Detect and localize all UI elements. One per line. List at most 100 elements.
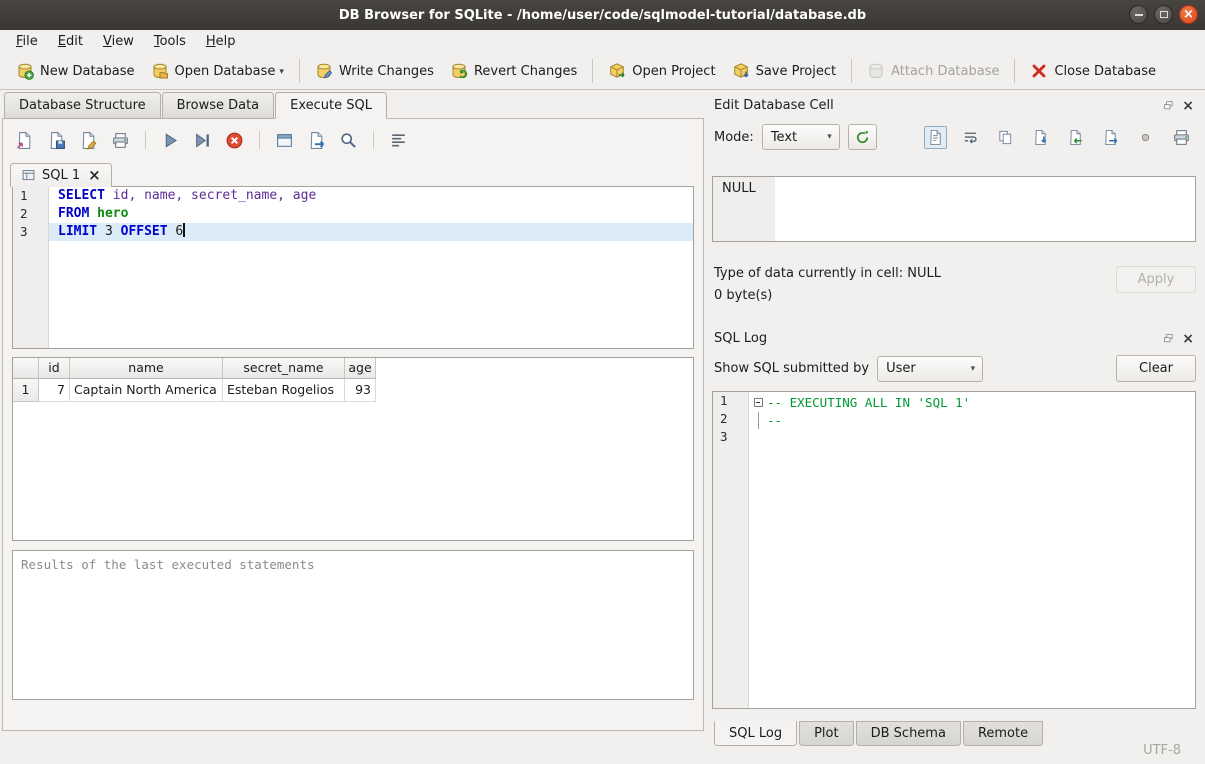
grid-header-row: idnamesecret_nameage [13, 358, 693, 379]
open-database-button[interactable]: Open Database▾ [143, 57, 292, 85]
menu-edit[interactable]: Edit [48, 31, 93, 52]
new-tab-icon[interactable] [275, 131, 294, 150]
main-toolbar: New Database Open Database▾ Write ChangesR… [0, 53, 1205, 90]
menu-file[interactable]: File [6, 31, 48, 52]
format-icon[interactable] [389, 131, 408, 150]
main-tab-bar: Database StructureBrowse DataExecute SQL [4, 92, 388, 119]
new-database-button[interactable]: New Database [8, 57, 143, 85]
column-header-id[interactable]: id [39, 358, 70, 379]
find-icon[interactable] [339, 131, 358, 150]
save-project-button[interactable]: Save Project [724, 57, 845, 85]
execute-line-icon[interactable] [193, 131, 212, 150]
export-cell-icon[interactable] [1099, 126, 1122, 149]
text-cursor [183, 223, 185, 237]
table-cell[interactable]: 93 [345, 379, 376, 402]
copy-icon[interactable] [994, 126, 1017, 149]
clear-log-button[interactable]: Clear [1116, 355, 1196, 382]
close-window-button[interactable]: × [1179, 5, 1198, 24]
cell-editor-toolbar [924, 125, 1194, 150]
fold-marker[interactable] [749, 394, 767, 412]
toolbar-separator [145, 131, 146, 149]
dropdown-arrow-icon[interactable]: ▾ [279, 67, 284, 80]
column-header-age[interactable]: age [345, 358, 376, 379]
mode-value: Text [771, 130, 797, 145]
save-cell-icon[interactable] [1029, 126, 1052, 149]
open-sql-file-icon[interactable] [15, 131, 34, 150]
sql-token: FROM [58, 206, 89, 221]
column-header-name[interactable]: name [70, 358, 223, 379]
save-sql-as-icon[interactable] [79, 131, 98, 150]
table-cell[interactable]: Captain North America [70, 379, 223, 402]
execute-all-icon[interactable] [161, 131, 180, 150]
chevron-down-icon: ▾ [971, 364, 976, 374]
log-filter-value: User [886, 361, 916, 376]
attach-database-icon [867, 62, 885, 80]
table-row[interactable]: 17Captain North AmericaEsteban Rogelios9… [13, 379, 693, 402]
float-dock-icon[interactable] [1163, 333, 1174, 344]
save-sql-file-icon[interactable] [47, 131, 66, 150]
editor-content[interactable]: SELECT id, name, secret_name, ageFROM he… [49, 187, 693, 348]
editor-line: FROM hero [49, 205, 693, 223]
wrap-lines-icon[interactable] [959, 126, 982, 149]
table-cell[interactable]: 7 [39, 379, 70, 402]
open-project-button[interactable]: Open Project [600, 57, 723, 85]
float-dock-icon[interactable] [1163, 100, 1174, 111]
tab-browse-data[interactable]: Browse Data [162, 92, 275, 119]
revert-changes-icon [450, 62, 468, 80]
toolbar-separator [373, 131, 374, 149]
sql-tab-close-icon[interactable]: × [88, 168, 101, 183]
log-line [749, 429, 1195, 447]
apply-button[interactable]: Apply [1116, 266, 1196, 293]
sql-editor[interactable]: 123 SELECT id, name, secret_name, ageFRO… [12, 186, 694, 349]
menu-help[interactable]: Help [196, 31, 246, 52]
write-changes-button[interactable]: Write Changes [307, 57, 442, 85]
mode-select[interactable]: Text ▾ [762, 124, 840, 150]
menu-tools[interactable]: Tools [144, 31, 196, 52]
print-icon[interactable] [111, 131, 130, 150]
close-dock-icon[interactable]: × [1182, 332, 1194, 346]
column-header-secret-name[interactable]: secret_name [223, 358, 345, 379]
toolbar-separator [299, 59, 300, 83]
fold-marker [749, 429, 767, 447]
table-cell[interactable]: Esteban Rogelios [223, 379, 345, 402]
import-cell-icon[interactable] [1064, 126, 1087, 149]
attach-database-button[interactable]: Attach Database [859, 57, 1007, 85]
fold-guide-line [758, 412, 759, 430]
minimize-button[interactable] [1129, 5, 1148, 24]
cell-editor-area[interactable] [775, 177, 1195, 241]
execute-sql-panel: SQL 1 × 123 SELECT id, name, secret_name… [2, 118, 704, 731]
write-changes-icon [315, 62, 333, 80]
cell-value-text: NULL [713, 177, 775, 241]
sql-tab[interactable]: SQL 1 × [10, 163, 112, 187]
auto-switch-mode-button[interactable] [848, 124, 877, 150]
set-null-icon[interactable] [1134, 126, 1157, 149]
maximize-button[interactable] [1154, 5, 1173, 24]
new-database-label: New Database [40, 64, 135, 79]
sql-token: LIMIT [58, 224, 97, 239]
cell-value-editor[interactable]: NULL [712, 176, 1196, 242]
menu-view[interactable]: View [93, 31, 144, 52]
toolbar-separator [259, 131, 260, 149]
encoding-indicator: UTF-8 [1143, 743, 1181, 758]
log-line-number: 3 [713, 428, 748, 446]
sql-log-title: SQL Log [714, 331, 767, 346]
sql-log-view[interactable]: 123 -- EXECUTING ALL IN 'SQL 1'-- [712, 391, 1196, 709]
export-results-icon[interactable] [307, 131, 326, 150]
stop-icon[interactable] [225, 131, 244, 150]
titlebar[interactable]: DB Browser for SQLite - /home/user/code/… [0, 0, 1205, 30]
sql-token: hero [89, 206, 128, 221]
close-dock-icon[interactable]: × [1182, 99, 1194, 113]
log-line-number-gutter: 123 [713, 392, 749, 708]
close-database-button[interactable]: Close Database [1022, 57, 1164, 85]
tab-execute-sql[interactable]: Execute SQL [275, 92, 387, 119]
revert-changes-button[interactable]: Revert Changes [442, 57, 585, 85]
print-icon[interactable] [1169, 125, 1194, 150]
edit-cell-title: Edit Database Cell [714, 98, 834, 113]
log-filter-select[interactable]: User ▾ [877, 356, 983, 382]
tab-database-structure[interactable]: Database Structure [4, 92, 161, 119]
row-header[interactable]: 1 [13, 379, 39, 402]
text-mode-icon[interactable] [924, 126, 947, 149]
execution-message-area[interactable]: Results of the last executed statements [12, 550, 694, 700]
log-line: -- [749, 412, 1195, 430]
fold-collapse-icon[interactable] [754, 398, 763, 407]
